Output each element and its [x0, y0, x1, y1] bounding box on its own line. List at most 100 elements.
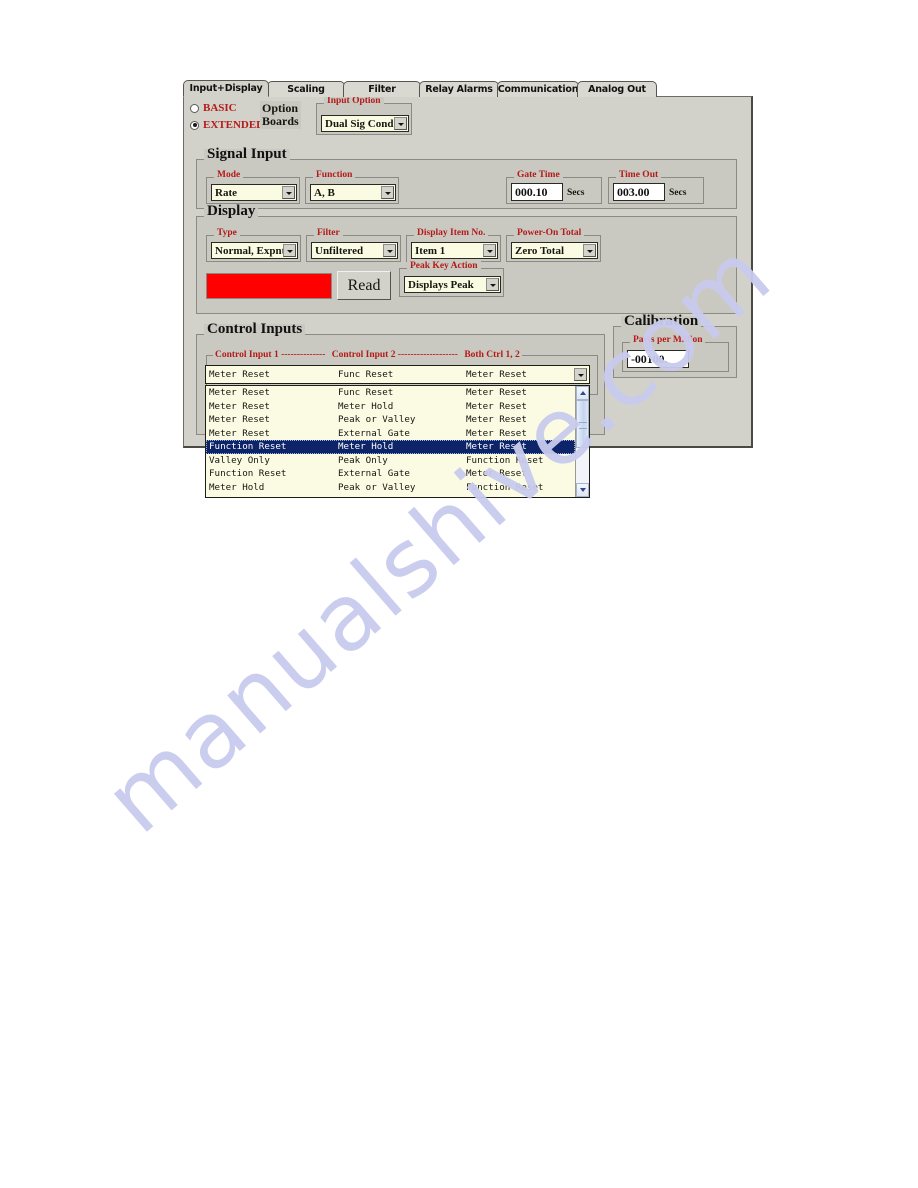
control-input-1-header: Control Input 1 -------------- [215, 350, 326, 360]
dropdown-option-ctrl1: Valley Only [209, 454, 270, 466]
scroll-down-arrow-icon[interactable] [576, 483, 589, 497]
gate-time-input[interactable]: 000.10 [511, 183, 563, 201]
dropdown-option-both: Meter Reset [466, 441, 527, 453]
input-option-select[interactable]: Dual Sig Cond [321, 115, 409, 132]
dropdown-option[interactable]: Function Reset Meter Hold Meter Reset [206, 440, 575, 454]
dropdown-option-ctrl2: Meter Hold [338, 441, 394, 453]
time-out-unit: Secs [669, 188, 687, 198]
group-calibration-title: Calibration [621, 314, 702, 329]
tab-relay-alarms[interactable]: Relay Alarms [419, 81, 499, 97]
option-boards-line2: Boards [262, 114, 299, 128]
group-filter-title: Filter [314, 228, 343, 239]
radio-basic-label: BASIC [203, 102, 237, 114]
peak-key-action-select[interactable]: Displays Peak [404, 276, 501, 293]
dropdown-option[interactable]: Meter Hold Peak or Valley Function Reset [206, 481, 575, 495]
group-time-out-title: Time Out [616, 170, 662, 181]
dropdown-option-ctrl2: Peak Only [338, 454, 388, 466]
dropdown-option-ctrl1: Function Reset [209, 441, 287, 453]
dropdown-option-ctrl1: Meter Hold [209, 481, 265, 493]
dropdown-option[interactable]: Meter Reset Func Reset Meter Reset [206, 386, 575, 400]
tab-scaling[interactable]: Scaling [267, 81, 345, 97]
tab-communication[interactable]: Communication [497, 81, 579, 97]
group-power-on-total: Power-On Total Zero Total [506, 228, 601, 262]
chevron-down-icon[interactable] [574, 368, 587, 381]
group-power-on-total-title: Power-On Total [514, 228, 585, 239]
control-inputs-dropdown[interactable]: Meter Reset Func Reset Meter Reset Meter Re… [205, 385, 590, 498]
radio-extended[interactable]: EXTENDED [190, 119, 264, 131]
dropdown-option[interactable]: Meter Reset Meter Hold Meter Reset [206, 400, 575, 414]
group-mode: Mode Rate [206, 170, 300, 204]
tab-filter[interactable]: Filter [343, 81, 421, 97]
control-columns-header: Control Input 1 -------------- Control I… [213, 350, 522, 360]
scrollbar-thumb[interactable] [576, 400, 589, 448]
radio-basic-indicator [190, 103, 199, 113]
dropdown-option-ctrl2: External Gate [338, 427, 410, 439]
dropdown-option-ctrl2: Func Reset [338, 387, 394, 399]
chevron-down-icon[interactable] [381, 186, 394, 199]
type-value: Normal, Expnt [215, 244, 283, 257]
radio-extended-label: EXTENDED [203, 119, 265, 131]
chevron-down-icon[interactable] [394, 117, 407, 130]
scrollbar-track[interactable] [576, 400, 589, 483]
group-mode-title: Mode [214, 170, 244, 181]
group-signal-input-title: Signal Input [204, 147, 290, 162]
tab-bar: Input+Display Scaling Filter Relay Alarm… [183, 80, 680, 97]
dropdown-option-ctrl1: Meter Reset [209, 414, 270, 426]
meter-readout [206, 273, 332, 299]
read-button[interactable]: Read [337, 271, 391, 300]
control-input-2-header: Control Input 2 ------------------- [331, 350, 458, 360]
dropdown-option-ctrl1: Meter Reset [209, 427, 270, 439]
dropdown-option-both: Meter Reset [466, 427, 527, 439]
option-boards-label: Option Boards [260, 101, 301, 129]
group-display-title: Display [204, 204, 259, 219]
group-control-inputs-title: Control Inputs [204, 322, 306, 337]
filter-select[interactable]: Unfiltered [311, 242, 398, 259]
group-function: Function A, B [305, 170, 399, 204]
peak-key-action-value: Displays Peak [408, 278, 474, 291]
dropdown-option-ctrl2: External Gate [338, 468, 410, 480]
chevron-down-icon[interactable] [283, 244, 296, 257]
parts-per-million-input[interactable]: -00100. [627, 350, 689, 368]
chevron-down-icon[interactable] [282, 186, 295, 199]
function-select[interactable]: A, B [310, 184, 396, 201]
dropdown-scrollbar[interactable] [575, 386, 589, 497]
dropdown-option[interactable]: Valley Only Peak Only Function Reset [206, 454, 575, 468]
power-on-total-select[interactable]: Zero Total [511, 242, 598, 259]
dropdown-option-list: Meter Reset Func Reset Meter Reset Meter Re… [206, 386, 575, 497]
dropdown-option[interactable]: Meter Reset Peak or Valley Meter Reset [206, 413, 575, 427]
type-select[interactable]: Normal, Expnt [211, 242, 298, 259]
dropdown-option-both: Meter Reset [466, 387, 527, 399]
chevron-down-icon[interactable] [383, 244, 396, 257]
group-gate-time-title: Gate Time [514, 170, 563, 181]
group-ppm-title: Parts per Million [630, 335, 706, 346]
filter-value: Unfiltered [315, 244, 364, 257]
group-calibration: Calibration Parts per Million -00100. [613, 314, 737, 378]
dropdown-option[interactable]: Function Reset External Gate Meter Reset [206, 467, 575, 481]
tab-input-display[interactable]: Input+Display [183, 80, 269, 97]
radio-basic[interactable]: BASIC [190, 102, 237, 114]
chevron-down-icon[interactable] [486, 278, 499, 291]
display-item-no-select[interactable]: Item 1 [411, 242, 498, 259]
dropdown-option-both: Function Reset [466, 481, 544, 493]
display-item-no-value: Item 1 [415, 244, 446, 257]
dropdown-option-ctrl2: Peak or Valley [338, 414, 416, 426]
function-value: A, B [314, 186, 335, 199]
radio-extended-indicator [190, 120, 199, 130]
group-input-option-title: Input Option [324, 96, 384, 107]
dropdown-option[interactable]: Meter Reset External Gate Meter Reset [206, 427, 575, 441]
scroll-up-arrow-icon[interactable] [576, 386, 589, 400]
group-display: Display Type Normal, Expnt Filter Unfilt… [196, 204, 737, 314]
group-display-item-no: Display Item No. Item 1 [406, 228, 501, 262]
group-signal-input: Signal Input Mode Rate Function A, B Gat… [196, 147, 737, 209]
chevron-down-icon[interactable] [483, 244, 496, 257]
input-option-value: Dual Sig Cond [325, 117, 394, 130]
group-type-title: Type [214, 228, 240, 239]
dropdown-option-ctrl2: Meter Hold [338, 400, 394, 412]
mode-select[interactable]: Rate [211, 184, 297, 201]
dropdown-option-both: Meter Reset [466, 414, 527, 426]
group-gate-time: Gate Time 000.10 Secs [506, 170, 602, 204]
tab-analog-out[interactable]: Analog Out [577, 81, 657, 97]
control-inputs-combo[interactable]: Meter Reset Func Reset Meter Reset [205, 365, 590, 384]
time-out-input[interactable]: 003.00 [613, 183, 665, 201]
chevron-down-icon[interactable] [583, 244, 596, 257]
